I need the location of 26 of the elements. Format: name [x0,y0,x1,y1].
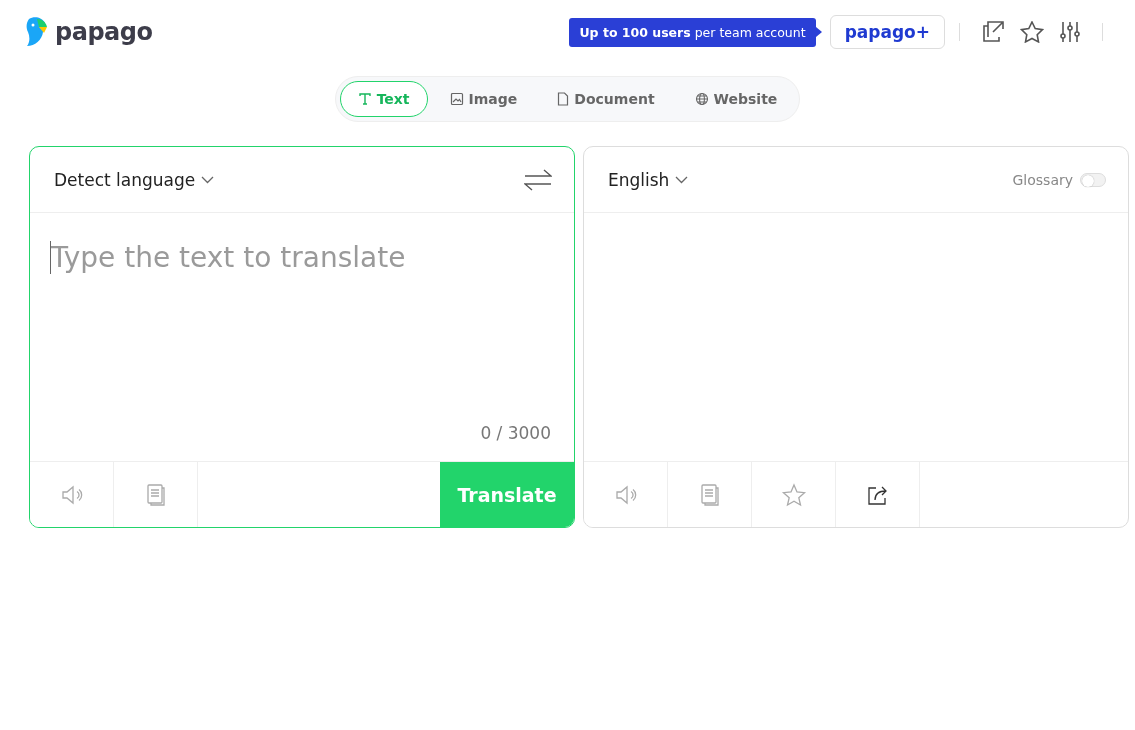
character-counter: 0 / 3000 [480,423,552,443]
parrot-logo-icon [25,17,49,47]
glossary-label: Glossary [1012,171,1073,188]
target-language-dropdown[interactable]: English [608,169,689,190]
image-icon [449,92,464,106]
chevron-down-icon [201,175,215,184]
speaker-button[interactable] [30,462,114,527]
document-icon [557,92,570,106]
settings-sliders-icon[interactable] [1060,21,1080,43]
papago-plus-button[interactable]: papago+ [829,15,945,49]
glossary-toggle[interactable] [1080,172,1106,187]
mode-tab[interactable]: Document [539,81,673,117]
star-icon[interactable] [1020,21,1044,43]
external-link-icon[interactable] [982,21,1004,43]
tooltip-pointer [815,27,822,37]
source-text-input[interactable]: Type the text to translate [50,241,555,274]
logo-text: papago [55,18,153,46]
source-language-dropdown[interactable]: Detect language [54,169,215,190]
promo-tooltip: Up to 100 users per team account [569,17,816,47]
swap-icon[interactable] [524,168,552,191]
mode-tab[interactable]: Website [676,81,796,117]
mode-tab[interactable]: Image [431,81,536,117]
speaker-button[interactable] [584,462,668,527]
chevron-down-icon [675,175,689,184]
globe-icon [694,92,709,106]
text-icon [357,92,372,106]
